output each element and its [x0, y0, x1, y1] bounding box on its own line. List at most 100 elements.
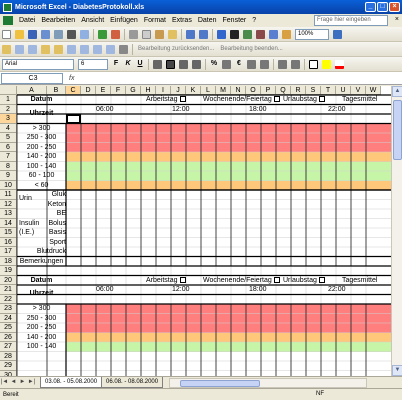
standard-toolbar: 100% [0, 27, 402, 42]
next-sheet-button[interactable]: ► [18, 378, 27, 387]
currency-button[interactable]: € [234, 59, 244, 69]
range-label: < 60 [34, 181, 49, 189]
active-cell[interactable] [66, 114, 81, 124]
end-review-button[interactable]: Bearbeitung beenden... [220, 46, 282, 52]
menu-ansicht[interactable]: Ansicht [78, 17, 107, 24]
reviewing-icon-1[interactable] [2, 44, 11, 54]
decrease-indent-icon[interactable] [278, 59, 287, 69]
menu-help[interactable]: ? [249, 17, 259, 24]
sort-ascending-icon[interactable] [243, 29, 252, 39]
time-label: 22:00 [328, 105, 346, 113]
research-icon[interactable] [111, 29, 120, 39]
new-icon[interactable] [2, 29, 11, 39]
sort-descending-icon[interactable] [256, 29, 265, 39]
print-preview-icon[interactable] [80, 29, 89, 39]
ask-question-input[interactable]: Frage hier eingeben [314, 15, 388, 26]
reply-with-changes-button[interactable]: Bearbeitung zurücksenden... [138, 46, 214, 52]
help-icon[interactable] [333, 29, 342, 39]
time-label-2: 22:00 [328, 286, 346, 293]
reviewing-icon-2[interactable] [15, 44, 24, 54]
arbeitstag-checkbox-2[interactable] [179, 276, 186, 283]
increase-indent-icon[interactable] [291, 59, 300, 69]
workbook-icon[interactable] [3, 16, 13, 25]
email-icon[interactable] [54, 29, 63, 39]
chart-wizard-icon[interactable] [269, 29, 278, 39]
prev-sheet-button[interactable]: ◄ [9, 378, 18, 387]
horizontal-scroll-thumb[interactable] [180, 379, 261, 387]
font-name-select[interactable]: Arial [2, 58, 74, 70]
sheet-tab-1[interactable]: 03.08. - 05.08.2000 [40, 377, 103, 388]
vertical-scrollbar[interactable]: ▲ ▼ [391, 86, 402, 376]
increase-decimal-icon[interactable] [247, 59, 256, 69]
reviewing-icon-7[interactable] [80, 44, 89, 54]
open-icon[interactable] [15, 29, 24, 39]
reviewing-icon-8[interactable] [93, 44, 102, 54]
time-label: 06:00 [96, 105, 114, 113]
arbeitstag-checkbox[interactable] [179, 96, 186, 103]
wochenende-checkbox-2[interactable] [273, 276, 280, 283]
underline-button[interactable]: U [135, 59, 145, 69]
merge-center-icon[interactable] [192, 59, 201, 69]
percent-button[interactable]: % [209, 59, 219, 69]
reviewing-icon-9[interactable] [106, 44, 115, 54]
menu-extras[interactable]: Extras [169, 17, 195, 24]
menu-fenster[interactable]: Fenster [220, 17, 250, 24]
permission-icon[interactable] [41, 29, 50, 39]
scroll-down-button[interactable]: ▼ [392, 365, 402, 376]
reviewing-icon-4[interactable] [41, 44, 50, 54]
paste-icon[interactable] [155, 29, 164, 39]
menu-format[interactable]: Format [141, 17, 169, 24]
workbook-close-icon[interactable]: × [395, 16, 399, 23]
maximize-button[interactable]: □ [377, 2, 388, 12]
print-icon[interactable] [67, 29, 76, 39]
reviewing-icon-5[interactable] [54, 44, 63, 54]
fill-color-icon[interactable] [322, 59, 331, 69]
formatting-toolbar: Arial 6 F K U % € [0, 57, 402, 72]
comma-style-icon[interactable] [222, 59, 231, 69]
range-label-2: 200 - 250 [26, 324, 57, 331]
undo-icon[interactable] [186, 29, 195, 39]
horizontal-scrollbar[interactable] [169, 377, 368, 388]
redo-icon[interactable] [199, 29, 208, 39]
spelling-icon[interactable] [98, 29, 107, 39]
wochenende-checkbox[interactable] [273, 96, 280, 103]
menu-datei[interactable]: Datei [16, 17, 38, 24]
save-icon[interactable] [28, 29, 37, 39]
urlaubstag-checkbox[interactable] [318, 96, 325, 103]
close-button[interactable]: × [389, 2, 400, 12]
reviewing-icon-3[interactable] [28, 44, 37, 54]
cut-icon[interactable] [129, 29, 138, 39]
menu-bearbeiten[interactable]: Bearbeiten [38, 17, 78, 24]
decrease-decimal-icon[interactable] [260, 59, 269, 69]
autosum-icon[interactable] [230, 29, 239, 39]
borders-icon[interactable] [309, 59, 318, 69]
urlaubstag-checkbox-2[interactable] [318, 276, 325, 283]
scroll-up-button[interactable]: ▲ [392, 86, 402, 97]
font-color-icon[interactable] [335, 59, 344, 69]
copy-icon[interactable] [142, 29, 151, 39]
menu-einfuegen[interactable]: Einfügen [107, 17, 141, 24]
align-right-icon[interactable] [179, 59, 188, 69]
italic-button[interactable]: K [123, 59, 133, 69]
sport-label: Sport [49, 238, 66, 246]
align-center-icon[interactable] [166, 59, 175, 69]
last-sheet-button[interactable]: ►| [27, 378, 36, 387]
font-size-select[interactable]: 6 [78, 58, 108, 70]
sheet-tab-2[interactable]: 06.08. - 08.08.2000 [101, 377, 164, 388]
reviewing-icon-6[interactable] [67, 44, 76, 54]
worksheet-grid[interactable]: ABCDEFGHIJKLMNOPQRSTUVW 1 2 3 4 5 6 7 8 9 10 11 12 1… [0, 86, 402, 376]
reviewing-icon-10[interactable] [119, 44, 128, 54]
bold-button[interactable]: F [111, 59, 121, 69]
name-box[interactable]: C3 [1, 72, 63, 84]
zoom-select[interactable]: 100% [295, 28, 329, 40]
format-painter-icon[interactable] [168, 29, 177, 39]
drawing-icon[interactable] [282, 29, 291, 39]
vertical-scroll-thumb[interactable] [393, 100, 402, 160]
minimize-button[interactable]: _ [365, 2, 376, 12]
urlaubstag-label: Urlaubstag [283, 96, 325, 103]
first-sheet-button[interactable]: |◄ [0, 378, 9, 387]
formula-input[interactable] [74, 73, 402, 84]
menu-daten[interactable]: Daten [195, 17, 220, 24]
hyperlink-icon[interactable] [217, 29, 226, 39]
align-left-icon[interactable] [153, 59, 162, 69]
